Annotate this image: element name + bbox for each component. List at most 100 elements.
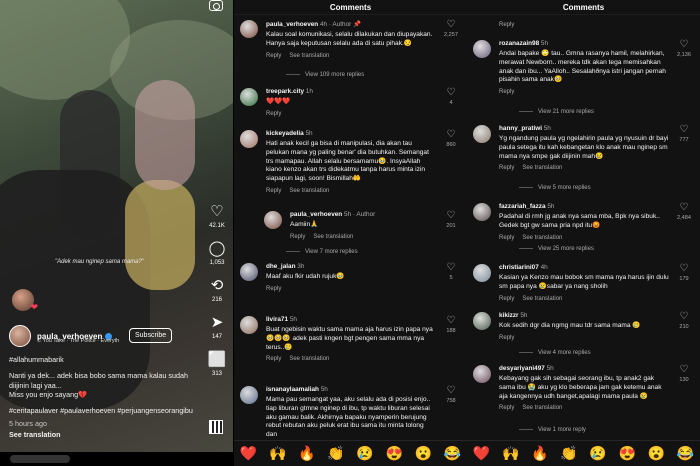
comment-username[interactable]: kikizzr 5h	[499, 312, 669, 319]
comment-username[interactable]: christiarini07 4h	[499, 264, 669, 271]
emoji-reaction-button[interactable]: 🔥	[531, 445, 548, 462]
input-pill[interactable]	[10, 455, 70, 463]
commenter-avatar[interactable]	[473, 365, 491, 383]
comment-username-text[interactable]: isnanaylaamaliah	[266, 386, 321, 393]
bookmark-button[interactable]: ⬜ 313	[208, 352, 227, 378]
comment-like-button[interactable]: ♡ 2,136	[673, 40, 695, 59]
share-button[interactable]: ➤ 147	[211, 315, 224, 341]
emoji-reaction-button[interactable]: 😂	[444, 445, 461, 462]
commenter-avatar[interactable]	[473, 40, 491, 58]
commenter-avatar[interactable]	[240, 263, 258, 281]
see-translation-link[interactable]: See translation	[9, 430, 209, 440]
see-translation-link[interactable]: See translation	[289, 356, 329, 362]
comment-username-text[interactable]: dhe_jalan	[266, 263, 297, 270]
comment-like-button[interactable]: ♡ 758	[440, 386, 462, 405]
comment-username-text[interactable]: fazzariah_fazza	[499, 203, 547, 210]
emoji-reaction-button[interactable]: 😍	[618, 445, 635, 462]
emoji-reaction-button[interactable]: ❤️	[473, 445, 490, 462]
emoji-reaction-button[interactable]: ❤️	[240, 445, 257, 462]
comment-username-text[interactable]: treepark.city	[266, 88, 306, 95]
reply-button[interactable]: Reply	[499, 335, 514, 341]
commenter-avatar[interactable]	[473, 264, 491, 282]
comment-like-button[interactable]: ♡ 5	[440, 263, 462, 282]
see-translation-link[interactable]: See translation	[289, 53, 329, 59]
see-translation-link[interactable]: See translation	[522, 405, 562, 411]
view-more-replies-link[interactable]: View 21 more replies	[519, 109, 594, 115]
hashtag-line[interactable]: #allahummabarik	[9, 355, 209, 365]
comment-username-text[interactable]: paula_verhoeven	[266, 21, 320, 28]
see-translation-link[interactable]: See translation	[522, 235, 562, 241]
comment-like-button[interactable]: ♡ 188	[440, 316, 462, 335]
comment-username[interactable]: paula_verhoeven 4h · Author 📌	[266, 20, 436, 28]
comment-username-text[interactable]: paula_verhoeven	[290, 211, 344, 218]
commenter-avatar[interactable]	[240, 88, 258, 106]
reel-video-panel[interactable]: "Adek mau nginep sama mama?" ♡ 42.1K ◯ 1…	[0, 0, 233, 466]
music-info[interactable]: ♫ You Take · The Police · Everyth	[37, 338, 129, 344]
emoji-reaction-button[interactable]: 😢	[589, 445, 606, 462]
comment-button[interactable]: ◯ 1,053	[209, 241, 226, 267]
reply-button[interactable]: Reply	[499, 405, 514, 411]
comment-username[interactable]: fazzariah_fazza 5h	[499, 203, 669, 210]
emoji-reaction-button[interactable]: 👏	[327, 445, 344, 462]
commenter-avatar[interactable]	[473, 312, 491, 330]
view-more-replies-link[interactable]: View 109 more replies	[286, 72, 364, 78]
view-more-replies-link[interactable]: View 4 more replies	[519, 350, 591, 356]
comment-like-button[interactable]: ♡ 4	[440, 88, 462, 107]
commenter-avatar[interactable]	[240, 20, 258, 38]
comment-username-text[interactable]: kikizzr	[499, 312, 520, 319]
emoji-reaction-button[interactable]: 😮	[415, 445, 432, 462]
see-translation-link[interactable]: See translation	[313, 234, 353, 240]
comment-username[interactable]: livira71 5h	[266, 316, 436, 323]
comment-username[interactable]: kickeyadelia 5h	[266, 130, 436, 137]
comment-like-button[interactable]: ♡ 2,484	[673, 203, 695, 222]
emoji-reaction-button[interactable]: 👏	[560, 445, 577, 462]
commenter-avatar[interactable]	[264, 211, 282, 229]
comment-username[interactable]: dhe_jalan 3h	[266, 263, 436, 270]
video-hashtags[interactable]: #ceritapaulaver #paulaverhoeven #perjuan…	[9, 406, 219, 416]
comment-username-text[interactable]: rozanazain98	[499, 40, 541, 47]
view-more-replies-link[interactable]: View 25 more replies	[519, 246, 594, 252]
commenter-avatar[interactable]	[473, 125, 491, 143]
reply-button[interactable]: Reply	[266, 286, 281, 292]
comment-like-button[interactable]: ♡ 777	[673, 125, 695, 144]
comment-like-button[interactable]: ♡ 201	[440, 211, 462, 230]
commenter-avatar[interactable]	[240, 386, 258, 404]
comment-like-button[interactable]: ♡ 210	[673, 312, 695, 331]
comment-like-button[interactable]: ♡ 130	[673, 365, 695, 384]
comment-username[interactable]: desyariyani497 5h	[499, 365, 669, 372]
reply-button[interactable]: Reply	[499, 296, 514, 302]
camera-icon[interactable]	[209, 0, 223, 11]
reply-button[interactable]: Reply	[290, 234, 305, 240]
commenter-avatar[interactable]	[473, 203, 491, 221]
reply-button[interactable]: Reply	[266, 188, 281, 194]
reply-button[interactable]: Reply	[266, 356, 281, 362]
comment-username[interactable]: paula_verhoeven 5h · Author	[290, 211, 436, 218]
comment-like-button[interactable]: ♡ 860	[440, 130, 462, 149]
reply-button[interactable]: Reply	[499, 22, 514, 28]
view-more-replies-link[interactable]: View 7 more replies	[286, 249, 358, 255]
reply-button[interactable]: Reply	[266, 53, 281, 59]
see-translation-link[interactable]: See translation	[289, 188, 329, 194]
comment-like-button[interactable]: ♡ 179	[673, 264, 695, 283]
comment-username[interactable]: hanny_pratiwi 5h	[499, 125, 669, 132]
comment-username-text[interactable]: livira71	[266, 316, 290, 323]
comment-username-text[interactable]: christiarini07	[499, 264, 541, 271]
reply-button[interactable]: Reply	[499, 165, 514, 171]
qr-code-icon[interactable]	[209, 420, 223, 434]
like-button[interactable]: ♡ 42.1K	[209, 204, 225, 230]
comment-like-button[interactable]: ♡ 2,257	[440, 20, 462, 39]
emoji-reaction-button[interactable]: 🙌	[502, 445, 519, 462]
comment-username-text[interactable]: desyariyani497	[499, 365, 547, 372]
comment-username[interactable]: rozanazain98 5h	[499, 40, 669, 47]
comment-username[interactable]: isnanaylaamaliah 5h	[266, 386, 436, 393]
repost-button[interactable]: ⟲ 216	[211, 278, 224, 304]
emoji-reaction-button[interactable]: 😂	[677, 445, 694, 462]
emoji-reaction-button[interactable]: 😮	[648, 445, 665, 462]
emoji-reaction-button[interactable]: 🙌	[269, 445, 286, 462]
commenter-avatar[interactable]	[240, 130, 258, 148]
emoji-reaction-button[interactable]: 😍	[385, 445, 402, 462]
comment-username[interactable]: treepark.city 1h	[266, 88, 436, 95]
reply-button[interactable]: Reply	[499, 89, 514, 95]
commenter-avatar[interactable]	[240, 316, 258, 334]
subscribe-button[interactable]: Subscribe	[129, 328, 173, 343]
